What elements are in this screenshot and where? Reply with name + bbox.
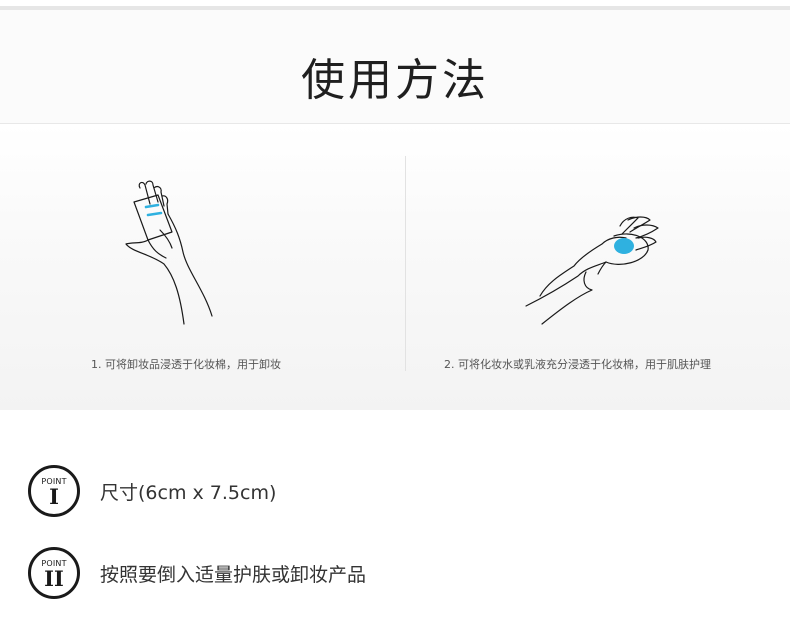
point-1-badge: POINT I	[28, 465, 80, 517]
instruction-illustrations: 1. 可将卸妆品浸透于化妆棉，用于卸妆 2. 可将化妆水或乳液充分浸透于化妆棉，…	[0, 124, 790, 410]
page-title: 使用方法	[301, 55, 489, 106]
point-1-text: 尺寸(6cm x 7.5cm)	[100, 481, 277, 504]
toner-pad-accent	[614, 238, 634, 254]
step-1-panel: 1. 可将卸妆品浸透于化妆棉，用于卸妆	[0, 124, 405, 410]
usage-page: 使用方法 1. 可将卸妆品浸透于化妆棉，用于卸妆 2. 可将化妆水或乳液充分浸透…	[0, 0, 790, 637]
cotton-pad-accent-bottom	[146, 211, 163, 217]
point-2-row: POINT II 按照要倒入适量护肤或卸妆产品	[28, 545, 366, 601]
header-section: 使用方法	[0, 10, 790, 124]
cotton-pad-accent-top	[144, 203, 160, 209]
step-2-caption: 2. 可将化妆水或乳液充分浸透于化妆棉，用于肌肤护理	[444, 358, 711, 371]
point-2-text: 按照要倒入适量护肤或卸妆产品	[100, 563, 367, 586]
step-1-caption: 1. 可将卸妆品浸透于化妆棉，用于卸妆	[91, 358, 281, 371]
point-2-badge: POINT II	[28, 547, 80, 599]
hand-applying-toner-illustration	[525, 216, 659, 325]
point-1-badge-number: I	[49, 484, 59, 509]
step-2-panel: 2. 可将化妆水或乳液充分浸透于化妆棉，用于肌肤护理	[406, 124, 790, 410]
hand-holding-cotton-pad-illustration	[125, 180, 213, 325]
point-2-badge-number: II	[44, 566, 64, 591]
point-1-row: POINT I 尺寸(6cm x 7.5cm)	[28, 463, 276, 519]
